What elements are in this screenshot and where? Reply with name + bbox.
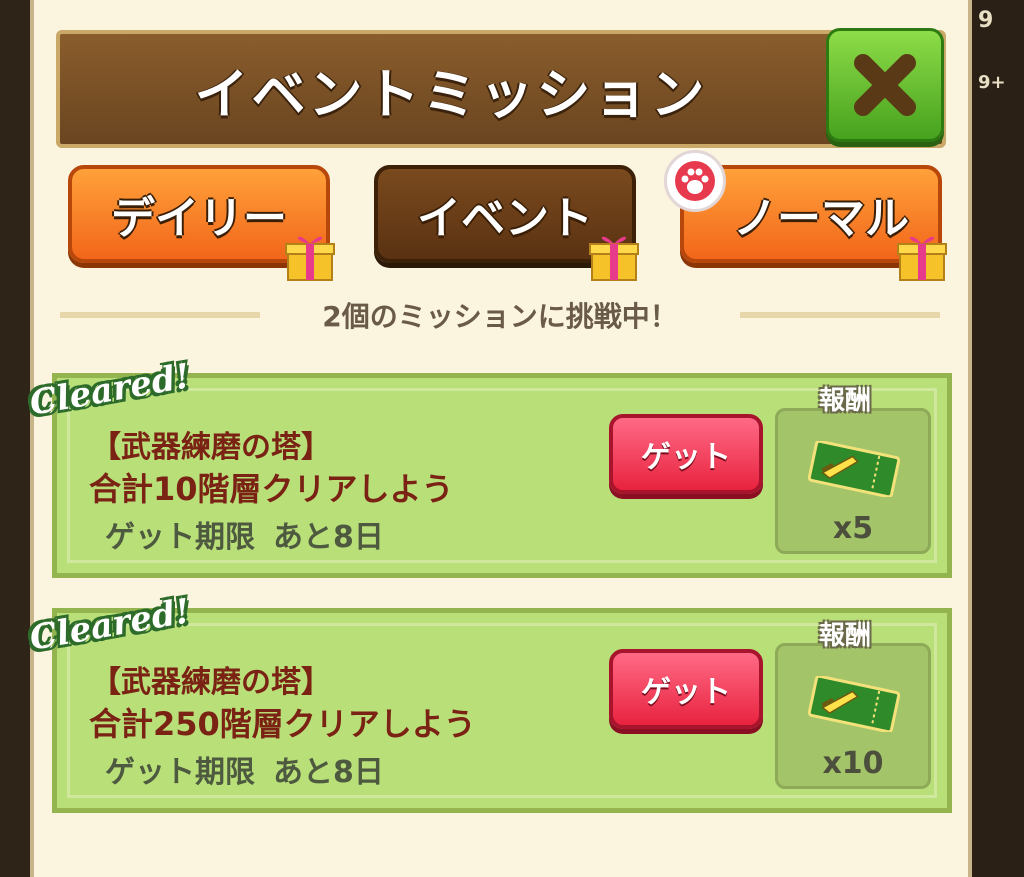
tab-daily-label: デイリー — [111, 193, 287, 244]
reward-quantity: x10 — [822, 746, 884, 781]
get-button-label: ゲット — [641, 440, 731, 475]
gift-icon-normal — [897, 236, 947, 281]
deadline-value: あと8日 — [273, 520, 384, 555]
status-banner: 2個のミッションに挑戦中！ — [60, 288, 940, 342]
reward-label: 報酬 — [819, 386, 872, 416]
deadline-value: あと8日 — [273, 755, 384, 790]
gift-icon-event — [589, 236, 639, 281]
deadline-label: ゲット期限 — [105, 755, 255, 790]
tab-event-label: イベント — [417, 193, 593, 244]
get-button[interactable]: ゲット — [609, 649, 763, 729]
mission-deadline: ゲット期限 あと8日 — [105, 747, 384, 791]
mission-card: Cleared! 【武器練磨の塔】 合計10階層クリアしよう ゲット期限 あと8日… — [27, 356, 952, 578]
reward-box: x10 — [775, 643, 931, 789]
background-right: 9 9+ — [972, 0, 1024, 877]
reward-quantity: x5 — [832, 511, 874, 546]
tab-normal-label: ノーマル — [733, 193, 909, 244]
partial-counter-mid: 9+ — [978, 72, 1006, 93]
status-divider-left — [60, 312, 260, 318]
ticket-icon — [807, 676, 901, 732]
mission-category: 【武器練磨の塔】 — [91, 665, 331, 700]
deadline-label: ゲット期限 — [105, 520, 255, 555]
background-left — [0, 0, 30, 877]
partial-counter-top: 9 — [978, 8, 994, 33]
panel-title: イベントミッション — [194, 62, 708, 126]
reward-box: x5 — [775, 408, 931, 554]
gift-icon-daily — [285, 236, 335, 281]
paw-badge-icon — [664, 150, 726, 212]
mission-description: 合計250階層クリアしよう — [89, 705, 476, 743]
close-button[interactable] — [826, 28, 944, 142]
panel-header: イベントミッション — [56, 30, 946, 148]
mission-deadline: ゲット期限 あと8日 — [105, 512, 384, 556]
status-divider-right — [740, 312, 940, 318]
close-icon — [854, 54, 916, 116]
mission-description: 合計10階層クリアしよう — [89, 470, 454, 508]
mission-card: Cleared! 【武器練磨の塔】 合計250階層クリアしよう ゲット期限 あと8… — [27, 591, 952, 813]
status-text: 2個のミッションに挑戦中！ — [308, 295, 692, 335]
reward-label: 報酬 — [819, 621, 872, 651]
get-button-label: ゲット — [641, 675, 731, 710]
ticket-icon — [807, 441, 901, 497]
get-button[interactable]: ゲット — [609, 414, 763, 494]
mission-category: 【武器練磨の塔】 — [91, 430, 331, 465]
